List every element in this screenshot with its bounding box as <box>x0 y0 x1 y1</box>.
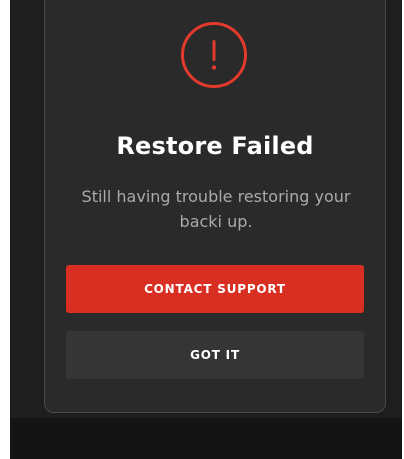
backdrop-shadow <box>10 418 402 459</box>
contact-support-button[interactable]: CONTACT SUPPORT <box>66 265 364 313</box>
exclamation-mark-icon <box>211 40 217 70</box>
dialog-title: Restore Failed <box>116 132 314 160</box>
exclamation-circle-icon <box>181 22 247 88</box>
got-it-button[interactable]: GOT IT <box>66 331 364 379</box>
screen: Restore Failed Still having trouble rest… <box>0 0 404 459</box>
restore-failed-dialog: Restore Failed Still having trouble rest… <box>44 0 386 413</box>
dialog-message: Still having trouble restoring your back… <box>81 187 351 231</box>
